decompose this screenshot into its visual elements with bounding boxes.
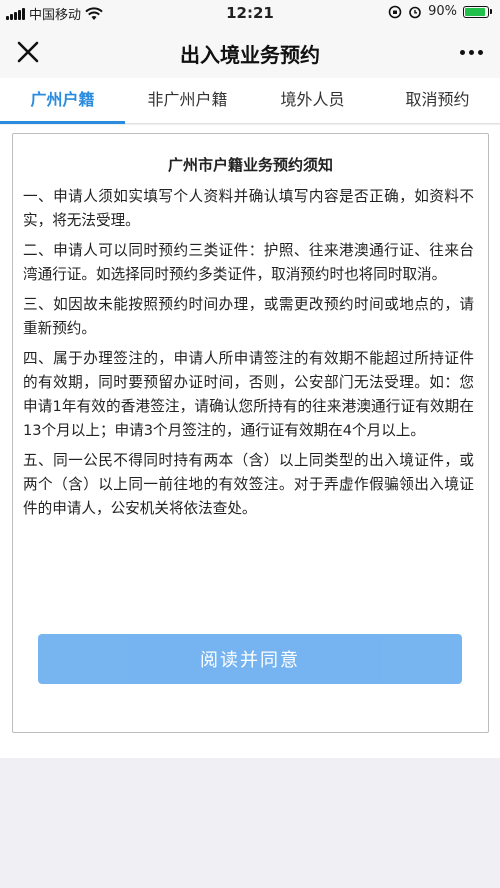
notice-title: 广州市户籍业务预约须知 (167, 156, 333, 174)
content-area: 广州市户籍业务预约须知 一、申请人须如实填写个人资料并确认填写内容是否正确，如资… (0, 125, 500, 758)
status-right: 90% (388, 4, 492, 19)
battery-percent: 90% (428, 4, 457, 19)
notice-paragraph-5: 五、同一公民不得同时持有两本（含）以上同类型的出入境证件，或两个（含）以上同一前… (23, 452, 474, 517)
notice-paragraph-1: 一、申请人须如实填写个人资料并确认填写内容是否正确，如资料不实，将无法受理。 (23, 188, 474, 229)
more-options-icon[interactable] (456, 40, 486, 64)
status-bar: 中国移动 12:21 90% (0, 0, 500, 26)
tab-non-guangzhou-hukou[interactable]: 非广州户籍 (125, 78, 250, 123)
wifi-icon (85, 6, 103, 20)
tab-guangzhou-hukou[interactable]: 广州户籍 (0, 78, 125, 124)
battery-fill (465, 7, 485, 16)
notice-paragraph-2: 二、申请人可以同时预约三类证件：护照、往来港澳通行证、往来台湾通行证。如选择同时… (23, 242, 474, 283)
alarm-icon (409, 6, 421, 18)
notice-panel: 广州市户籍业务预约须知 一、申请人须如实填写个人资料并确认填写内容是否正确，如资… (12, 133, 489, 733)
tab-bar: 广州户籍 非广州户籍 境外人员 取消预约 (0, 78, 500, 124)
nav-bar: 出入境业务预约 (0, 26, 500, 78)
notice-paragraph-3: 三、如因故未能按照预约时间办理，或需更改预约时间或地点的，请重新预约。 (23, 296, 474, 337)
signal-icon (6, 7, 25, 20)
carrier-name: 中国移动 (29, 8, 82, 23)
tab-overseas-personnel[interactable]: 境外人员 (250, 78, 375, 123)
orientation-lock-icon (388, 5, 402, 18)
read-and-agree-button[interactable]: 阅读并同意 (38, 634, 462, 684)
battery-icon (463, 5, 492, 18)
tab-cancel-appointment[interactable]: 取消预约 (375, 78, 500, 123)
page-title: 出入境业务预约 (180, 43, 320, 67)
status-left: 中国移动 (6, 4, 103, 23)
notice-paragraphs: 一、申请人须如实填写个人资料并确认填写内容是否正确，如资料不实，将无法受理。 二… (13, 175, 488, 521)
notice-paragraph-4: 四、属于办理签注的，申请人所申请签注的有效期不能超过所持证件的有效期，同时要预留… (23, 350, 474, 439)
